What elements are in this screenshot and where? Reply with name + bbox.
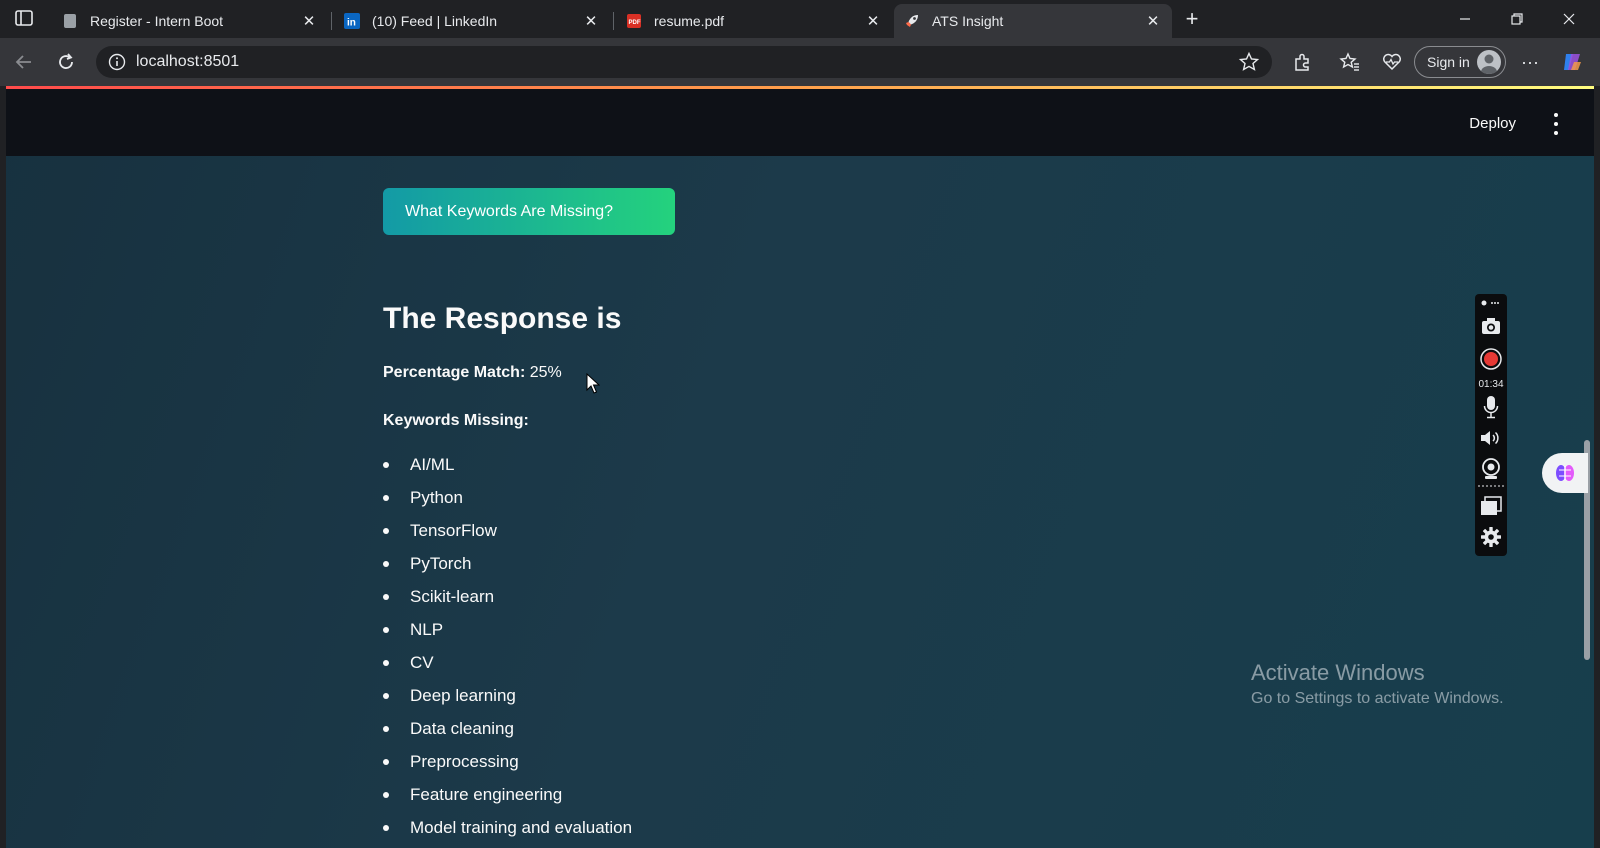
record-icon[interactable] bbox=[1475, 346, 1507, 372]
screen-recorder-toolbar: 01:34 bbox=[1475, 294, 1507, 556]
percentage-match: Percentage Match: 25% bbox=[383, 364, 562, 382]
webcam-icon[interactable] bbox=[1475, 456, 1507, 482]
keyword-item: Model training and evaluation bbox=[383, 811, 632, 844]
close-tab-icon[interactable]: ✕ bbox=[862, 10, 884, 32]
keyword-item: Preprocessing bbox=[383, 745, 632, 778]
close-window-button[interactable] bbox=[1546, 6, 1592, 32]
keywords-list: AI/ML Python TensorFlow PyTorch Scikit-l… bbox=[383, 448, 632, 844]
pin-icon[interactable] bbox=[1475, 296, 1507, 310]
copilot-sidebar-button[interactable] bbox=[1542, 453, 1588, 493]
avatar bbox=[1477, 50, 1501, 74]
back-arrow-icon[interactable] bbox=[12, 50, 36, 74]
tab-resume-pdf[interactable]: PDF resume.pdf ✕ bbox=[616, 4, 892, 38]
mouse-cursor-icon bbox=[586, 372, 601, 400]
tab-linkedin[interactable]: in (10) Feed | LinkedIn ✕ bbox=[334, 4, 610, 38]
keyword-item: Scikit-learn bbox=[383, 580, 632, 613]
app-header: Deploy bbox=[6, 89, 1594, 156]
svg-text:PDF: PDF bbox=[629, 20, 641, 26]
close-tab-icon[interactable]: ✕ bbox=[580, 10, 602, 32]
pdf-icon: PDF bbox=[626, 13, 642, 29]
keyword-item: TensorFlow bbox=[383, 514, 632, 547]
sign-in-button[interactable]: Sign in bbox=[1414, 46, 1506, 78]
favorites-icon[interactable] bbox=[1338, 50, 1362, 74]
screen-select-icon[interactable] bbox=[1475, 494, 1507, 518]
extensions-icon[interactable] bbox=[1290, 50, 1314, 74]
tab-divider bbox=[331, 12, 332, 30]
minimize-button[interactable] bbox=[1442, 6, 1488, 32]
close-tab-icon[interactable]: ✕ bbox=[298, 10, 320, 32]
watermark-subtitle: Go to Settings to activate Windows. bbox=[1251, 690, 1504, 707]
restore-button[interactable] bbox=[1494, 6, 1540, 32]
tab-title: resume.pdf bbox=[654, 13, 725, 29]
new-tab-button[interactable]: + bbox=[1180, 8, 1204, 32]
browser-essentials-icon[interactable] bbox=[1380, 50, 1404, 74]
percentage-match-value: 25% bbox=[529, 364, 562, 381]
browser-toolbar: localhost:8501 Sign in ··· bbox=[0, 38, 1600, 86]
address-bar[interactable]: localhost:8501 bbox=[96, 46, 1272, 78]
url-text: localhost:8501 bbox=[136, 53, 240, 70]
tab-title: Register - Intern Boot bbox=[90, 13, 224, 29]
site-info-icon[interactable] bbox=[108, 53, 126, 71]
copilot-icon[interactable] bbox=[1560, 50, 1584, 74]
svg-text:in: in bbox=[347, 18, 356, 29]
tab-title: ATS Insight bbox=[932, 13, 1004, 29]
tab-register[interactable]: Register - Intern Boot ✕ bbox=[52, 4, 328, 38]
camera-icon[interactable] bbox=[1475, 314, 1507, 338]
favorite-star-icon[interactable] bbox=[1238, 51, 1260, 73]
linkedin-icon: in bbox=[344, 13, 360, 29]
main-menu-icon[interactable] bbox=[1546, 113, 1566, 135]
rocket-icon bbox=[904, 13, 920, 29]
keyword-item: PyTorch bbox=[383, 547, 632, 580]
keyword-item: Feature engineering bbox=[383, 778, 632, 811]
close-tab-icon[interactable]: ✕ bbox=[1142, 10, 1164, 32]
keyword-item: Deep learning bbox=[383, 679, 632, 712]
percentage-match-label: Percentage Match: bbox=[383, 364, 526, 381]
tab-title: (10) Feed | LinkedIn bbox=[372, 13, 498, 29]
app-page: Deploy What Keywords Are Missing? The Re… bbox=[6, 86, 1594, 848]
response-heading: The Response is bbox=[383, 302, 622, 335]
toolbar-divider bbox=[1475, 484, 1507, 488]
settings-gear-icon[interactable] bbox=[1475, 524, 1507, 550]
speaker-icon[interactable] bbox=[1475, 426, 1507, 450]
deploy-button[interactable]: Deploy bbox=[1469, 115, 1516, 132]
page-icon bbox=[62, 13, 78, 29]
missing-keywords-button[interactable]: What Keywords Are Missing? bbox=[383, 188, 675, 235]
keywords-missing-label: Keywords Missing: bbox=[383, 412, 529, 429]
watermark-title: Activate Windows bbox=[1251, 660, 1425, 685]
microphone-icon[interactable] bbox=[1475, 394, 1507, 420]
activate-windows-watermark: Activate Windows Go to Settings to activ… bbox=[1251, 660, 1504, 708]
refresh-icon[interactable] bbox=[54, 50, 78, 74]
keyword-item: AI/ML bbox=[383, 448, 632, 481]
more-menu-icon[interactable]: ··· bbox=[1518, 50, 1542, 74]
keyword-item: Data cleaning bbox=[383, 712, 632, 745]
browser-tab-strip: Register - Intern Boot ✕ in (10) Feed | … bbox=[0, 0, 1600, 38]
recording-timer: 01:34 bbox=[1478, 379, 1504, 390]
tab-divider bbox=[613, 12, 614, 30]
tab-actions-icon[interactable] bbox=[14, 8, 34, 28]
keyword-item: CV bbox=[383, 646, 632, 679]
tab-ats-insight[interactable]: ATS Insight ✕ bbox=[894, 4, 1172, 38]
keyword-item: Python bbox=[383, 481, 632, 514]
keyword-item: NLP bbox=[383, 613, 632, 646]
sign-in-label: Sign in bbox=[1427, 54, 1470, 70]
